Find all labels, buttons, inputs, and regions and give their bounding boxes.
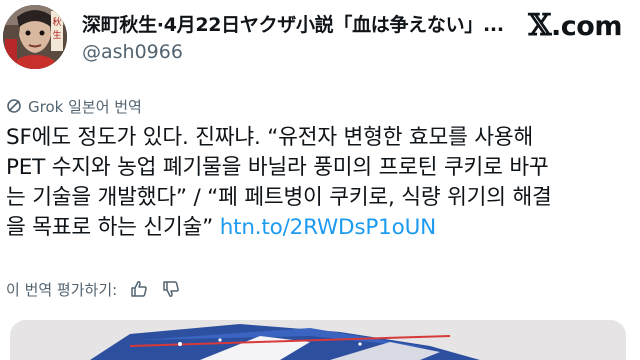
x-logo-icon: 𝕏	[528, 8, 552, 43]
avatar[interactable]: 秋 生	[3, 5, 67, 69]
media-photo	[10, 320, 626, 360]
post-text-line-with-link: 을 목표로 하는 신기술” htn.to/2RWDsP1oUN	[6, 213, 636, 243]
post-text: SF에도 정도가 있다. 진짜냐. “유전자 변형한 효모를 사용해 PET 수…	[6, 123, 636, 243]
svg-text:秋: 秋	[52, 16, 61, 28]
thumbs-up-icon	[131, 281, 148, 297]
translation-label: Grok 일본어 번역	[28, 97, 142, 116]
translation-rating-row: 이 번역 평가하기:	[6, 276, 181, 302]
thumbs-down-button[interactable]	[161, 279, 181, 299]
thumbs-down-icon	[163, 281, 180, 297]
author-display-name[interactable]: 深町秋生·4月22日ヤクザ小説「血は争えない」...	[82, 10, 512, 37]
post-media-image[interactable]	[10, 320, 626, 360]
post-text-line: PET 수지와 농업 폐기물을 바닐라 풍미의 프로틴 쿠키로 바꾸	[6, 155, 549, 180]
post-text-line: 을 목표로 하는 신기술”	[6, 215, 214, 240]
translation-label-row: Grok 일본어 번역	[6, 95, 142, 117]
grok-icon	[7, 99, 21, 113]
post-header: 秋 生 深町秋生·4月22日ヤクザ小説「血は争えない」... @ash0966 …	[0, 0, 640, 78]
post-text-line: SF에도 정도가 있다. 진짜냐. “유전자 변형한 효모를 사용해	[6, 125, 534, 150]
post-text-line: 는 기술을 개발했다” / “페 페트병이 쿠키로, 식량 위기의 해결	[6, 185, 552, 210]
rating-label: 이 번역 평가하기:	[6, 280, 118, 299]
avatar-portrait-icon: 秋 生	[3, 5, 67, 69]
brand-domain: .com	[551, 11, 622, 42]
author-handle[interactable]: @ash0966	[82, 41, 183, 63]
post-link[interactable]: htn.to/2RWDsP1oUN	[220, 215, 437, 240]
thumbs-up-button[interactable]	[129, 279, 149, 299]
brand-logo: 𝕏.com	[528, 8, 622, 43]
svg-text:生: 生	[52, 29, 61, 41]
